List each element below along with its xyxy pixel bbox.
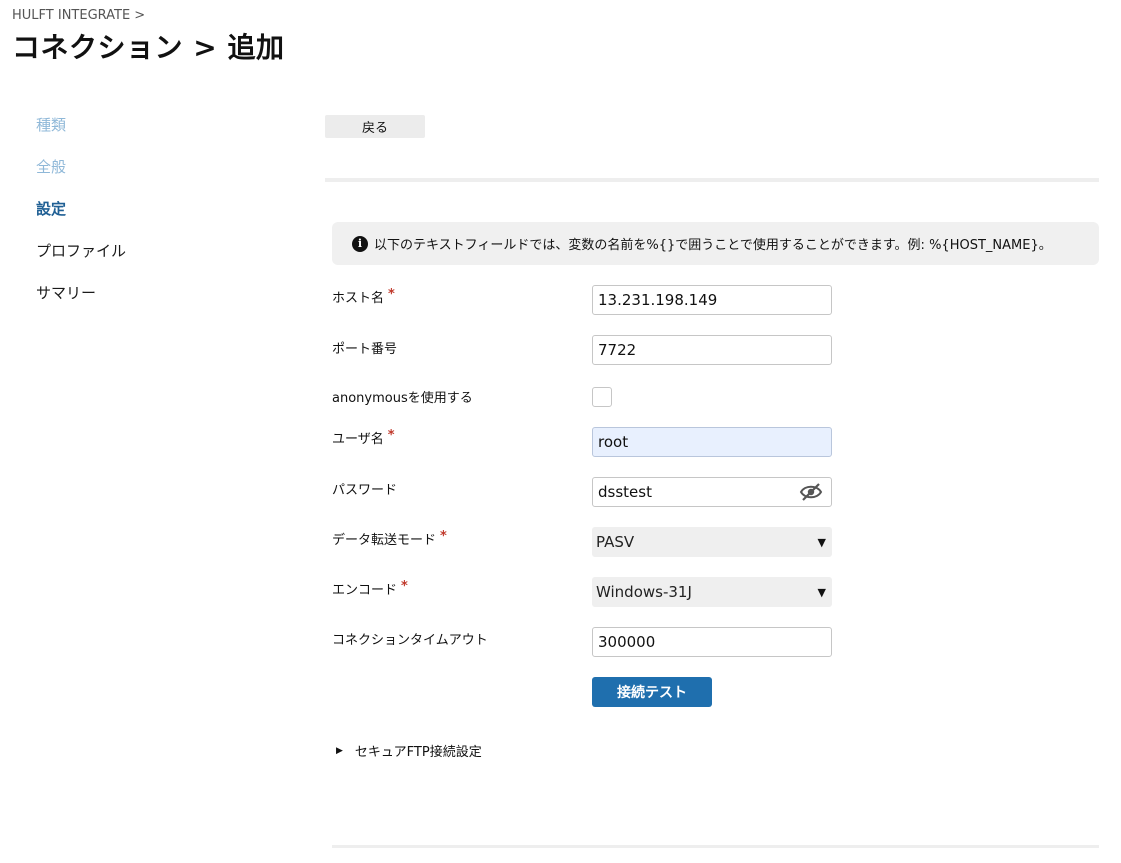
- secure-ftp-label: セキュアFTP接続設定: [354, 745, 482, 760]
- timeout-input[interactable]: 300000: [592, 627, 832, 657]
- dropdown-arrow-icon: ▼: [817, 535, 826, 549]
- password-input[interactable]: dsstest: [592, 477, 832, 507]
- encoding-select[interactable]: Windows-31J ▼: [592, 577, 832, 607]
- step-general[interactable]: 全般: [36, 156, 126, 198]
- required-marker: *: [440, 529, 447, 544]
- step-summary: サマリー: [36, 284, 97, 302]
- secure-ftp-toggle[interactable]: ▶ セキュアFTP接続設定: [336, 741, 482, 760]
- anonymous-label: anonymousを使用する: [332, 391, 473, 406]
- breadcrumb-root[interactable]: HULFT INTEGRATE: [12, 8, 130, 23]
- step-profile: プロファイル: [36, 242, 127, 260]
- info-banner: i 以下のテキストフィールドでは、変数の名前を%{}で囲うことで使用することがで…: [332, 222, 1099, 265]
- transfer-mode-label: データ転送モード *: [332, 529, 447, 548]
- port-input[interactable]: 7722: [592, 335, 832, 365]
- host-label: ホスト名 *: [332, 287, 395, 306]
- required-marker: *: [401, 579, 408, 594]
- transfer-mode-value: PASV: [596, 533, 635, 551]
- eye-slash-icon[interactable]: [799, 482, 823, 502]
- connection-test-button[interactable]: 接続テスト: [592, 677, 712, 707]
- wizard-steps: 種類 全般 設定 プロファイル サマリー: [36, 114, 126, 324]
- timeout-value: 300000: [598, 633, 656, 651]
- password-value: dsstest: [598, 483, 652, 501]
- port-value: 7722: [598, 341, 637, 359]
- info-text: 以下のテキストフィールドでは、変数の名前を%{}で囲うことで使用することができま…: [374, 238, 1052, 253]
- page: HULFT INTEGRATE > コネクション > 追加 種類 全般 設定 プ…: [0, 0, 1121, 863]
- host-value: 13.231.198.149: [598, 291, 718, 309]
- caret-right-icon: ▶: [336, 745, 343, 756]
- divider: [332, 845, 1099, 848]
- page-title: コネクション > 追加: [12, 31, 285, 64]
- user-value: root: [598, 433, 629, 451]
- timeout-label: コネクションタイムアウト: [332, 633, 488, 648]
- user-label: ユーザ名 *: [332, 428, 395, 447]
- step-settings: 設定: [36, 200, 67, 218]
- user-input[interactable]: root: [592, 427, 832, 457]
- encoding-value: Windows-31J: [596, 583, 692, 601]
- password-label: パスワード: [332, 483, 398, 498]
- dropdown-arrow-icon: ▼: [817, 585, 826, 599]
- anonymous-checkbox[interactable]: [592, 387, 612, 407]
- info-icon: i: [352, 235, 368, 252]
- back-button[interactable]: 戻る: [325, 115, 425, 138]
- breadcrumb-separator: >: [134, 8, 146, 23]
- port-label: ポート番号: [332, 342, 398, 357]
- host-input[interactable]: 13.231.198.149: [592, 285, 832, 315]
- transfer-mode-select[interactable]: PASV ▼: [592, 527, 832, 557]
- breadcrumb: HULFT INTEGRATE >: [12, 8, 145, 23]
- required-marker: *: [388, 287, 395, 302]
- required-marker: *: [387, 428, 395, 443]
- divider: [325, 178, 1099, 182]
- encoding-label: エンコード *: [332, 579, 408, 598]
- step-type[interactable]: 種類: [36, 114, 126, 156]
